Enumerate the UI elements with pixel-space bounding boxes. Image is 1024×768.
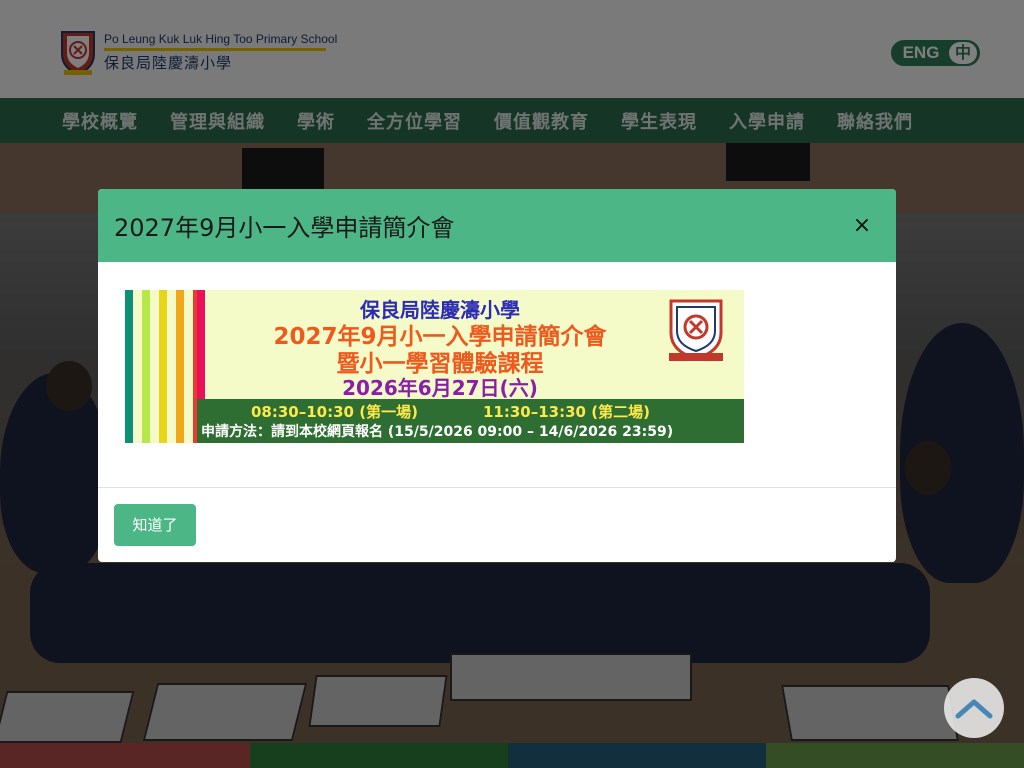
banner-stripe bbox=[142, 290, 150, 443]
banner-date: 2026年6月27日(六) bbox=[342, 376, 538, 400]
info-modal: 2027年9月小一入學申請簡介會 × 保良局陸慶濤小學 2027年9月小一入學申… bbox=[98, 189, 896, 562]
banner-session-2: 11:30–13:30 (第二場) bbox=[483, 403, 650, 421]
banner-stripe bbox=[176, 290, 184, 443]
event-banner[interactable]: 保良局陸慶濤小學 2027年9月小一入學申請簡介會 暨小一學習體驗課程 2026… bbox=[125, 290, 744, 443]
banner-apply-method: 申請方法：請到本校網頁報名 (15/5/2026 09:00 – 14/6/20… bbox=[201, 424, 674, 440]
modal-body: 保良局陸慶濤小學 2027年9月小一入學申請簡介會 暨小一學習體驗課程 2026… bbox=[98, 262, 896, 488]
scroll-to-top-button[interactable] bbox=[944, 678, 1004, 738]
school-crest-icon bbox=[669, 299, 723, 361]
acknowledge-button[interactable]: 知道了 bbox=[114, 504, 196, 546]
modal-title: 2027年9月小一入學申請簡介會 bbox=[114, 214, 455, 242]
close-button[interactable]: × bbox=[850, 213, 874, 238]
modal-header: 2027年9月小一入學申請簡介會 × bbox=[98, 189, 896, 262]
modal-footer: 知道了 bbox=[98, 488, 896, 562]
banner-stripe bbox=[159, 290, 167, 443]
banner-session-band: 08:30–10:30 (第一場) 11:30–13:30 (第二場) 申請方法… bbox=[197, 399, 744, 443]
banner-stripe bbox=[125, 290, 133, 443]
chevron-up-icon bbox=[955, 699, 993, 719]
banner-session-1: 08:30–10:30 (第一場) bbox=[251, 403, 418, 421]
